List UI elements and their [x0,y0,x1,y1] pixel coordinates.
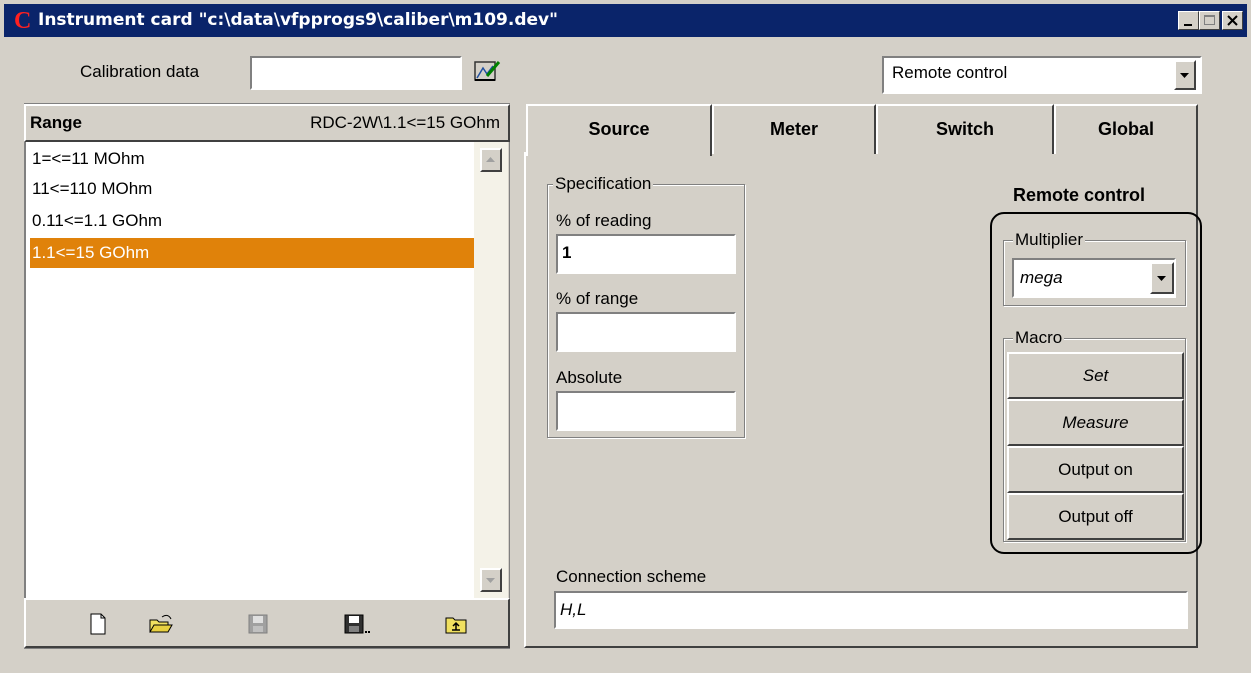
specification-legend: Specification [553,174,654,194]
range-percent-label: % of range [556,289,639,308]
reading-input[interactable]: 1 [556,234,736,274]
tab-global[interactable]: Global [1054,104,1198,154]
multiplier-value: mega [1020,268,1063,287]
save-disabled-icon [246,612,270,636]
scroll-down-button[interactable] [480,568,502,592]
range-list[interactable]: 1=<=11 MOhm 11<=110 MOhm 0.11<=1.1 GOhm … [24,142,474,598]
scroll-up-button[interactable] [480,148,502,172]
measure-button[interactable]: Measure [1007,399,1184,446]
maximize-button[interactable] [1199,11,1220,30]
open-folder-icon[interactable] [148,612,173,636]
list-item[interactable]: 1=<=11 MOhm [30,144,474,174]
tab-source[interactable]: Source [526,104,712,156]
chevron-down-icon [1157,276,1166,281]
mode-dropdown-value: Remote control [892,63,1008,82]
set-button[interactable]: Set [1007,352,1184,399]
multiplier-dropdown-button[interactable] [1150,262,1174,294]
close-icon [1227,15,1238,26]
absolute-label: Absolute [556,368,623,387]
list-item-selected[interactable]: 1.1<=15 GOhm [30,238,474,268]
output-off-button[interactable]: Output off [1007,493,1184,540]
minimize-icon [1184,24,1192,26]
mode-dropdown[interactable]: Remote control [882,56,1202,94]
connection-label: Connection scheme [556,567,707,586]
reading-label: % of reading [556,211,652,230]
calibration-label: Calibration data [80,62,200,81]
chevron-down-icon [1180,73,1189,78]
calibration-input[interactable] [250,56,462,90]
macro-legend: Macro [1013,328,1065,348]
range-percent-input[interactable] [556,312,736,352]
list-item[interactable]: 0.11<=1.1 GOhm [30,206,474,236]
new-file-icon[interactable] [86,612,110,636]
connection-input[interactable]: H,L [554,591,1188,629]
export-icon[interactable] [444,612,468,636]
calibration-edit-icon[interactable] [473,58,503,84]
range-header: Range RDC-2W\1.1<=15 GOhm [24,104,510,142]
chevron-up-icon [486,157,495,162]
title-bar[interactable]: C Instrument card "c:\data\vfpprogs9\cal… [4,4,1247,37]
window-title: Instrument card "c:\data\vfpprogs9\calib… [38,10,558,30]
list-item[interactable]: 11<=110 MOhm [30,174,474,204]
minimize-button[interactable] [1178,11,1199,30]
multiplier-legend: Multiplier [1013,230,1086,250]
absolute-input[interactable] [556,391,736,431]
range-current: RDC-2W\1.1<=15 GOhm [310,113,500,132]
app-logo-icon: C [14,8,32,34]
range-header-label: Range [30,113,82,132]
output-on-button[interactable]: Output on [1007,446,1184,493]
chevron-down-icon [486,578,495,583]
tab-switch[interactable]: Switch [876,104,1054,154]
maximize-icon [1204,15,1215,25]
mode-dropdown-button[interactable] [1174,60,1196,90]
tab-meter[interactable]: Meter [712,104,876,154]
save-as-icon[interactable] [342,612,372,636]
range-scrollbar[interactable] [474,142,508,598]
close-button[interactable] [1222,11,1243,30]
remote-control-title: Remote control [1013,185,1146,205]
